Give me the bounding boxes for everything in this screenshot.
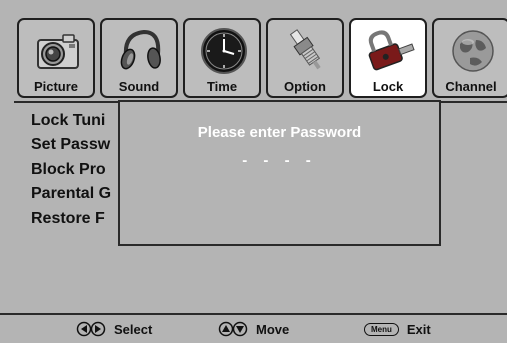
tab-label: Lock bbox=[372, 79, 404, 94]
select-hint: Select bbox=[76, 320, 152, 338]
tab-channel[interactable]: Channel bbox=[432, 18, 507, 98]
headphones-icon bbox=[120, 29, 161, 70]
menu-item-parental-guidance[interactable]: Parental G bbox=[31, 185, 111, 203]
tab-option[interactable]: Option bbox=[266, 18, 344, 98]
menu-item-lock-tuning[interactable]: Lock Tuni bbox=[31, 112, 105, 130]
camera-icon bbox=[37, 34, 79, 69]
globe-icon bbox=[452, 30, 494, 72]
menu-item-set-password[interactable]: Set Passw bbox=[31, 136, 110, 154]
tab-time[interactable]: Time bbox=[183, 18, 261, 98]
up-down-arrows-icon bbox=[218, 321, 248, 337]
tab-lock[interactable]: Lock bbox=[349, 18, 427, 98]
tab-label: Sound bbox=[118, 79, 160, 94]
tab-label: Option bbox=[284, 79, 326, 94]
tv-osd-screen: Picture Sound Time Option Lock Channel L… bbox=[0, 0, 507, 343]
tab-picture[interactable]: Picture bbox=[17, 18, 95, 98]
menu-tab-bar: Picture Sound Time Option Lock Channel bbox=[0, 0, 507, 101]
select-label: Select bbox=[114, 321, 153, 337]
exit-hint: Menu Exit bbox=[364, 320, 431, 338]
tab-sound[interactable]: Sound bbox=[100, 18, 178, 98]
footer-hint-bar: Select Move Menu Exit bbox=[0, 315, 507, 343]
exit-label: Exit bbox=[406, 321, 431, 337]
spark-plug-icon bbox=[289, 29, 321, 70]
lock-icon bbox=[368, 30, 415, 71]
password-dialog: Please enter Password - - - - bbox=[118, 100, 441, 246]
menu-item-block-program[interactable]: Block Pro bbox=[31, 161, 106, 179]
move-label: Move bbox=[256, 321, 290, 337]
tab-label: Time bbox=[206, 79, 238, 94]
menu-key-icon: Menu bbox=[364, 322, 399, 336]
password-input[interactable]: - - - - bbox=[120, 152, 439, 169]
clock-icon bbox=[201, 28, 247, 74]
move-hint: Move bbox=[218, 320, 289, 338]
left-right-arrows-icon bbox=[76, 321, 106, 337]
tab-label: Channel bbox=[445, 79, 497, 94]
tab-label: Picture bbox=[33, 79, 79, 94]
menu-item-restore-factory[interactable]: Restore F bbox=[31, 210, 105, 228]
dialog-title: Please enter Password bbox=[197, 124, 362, 141]
